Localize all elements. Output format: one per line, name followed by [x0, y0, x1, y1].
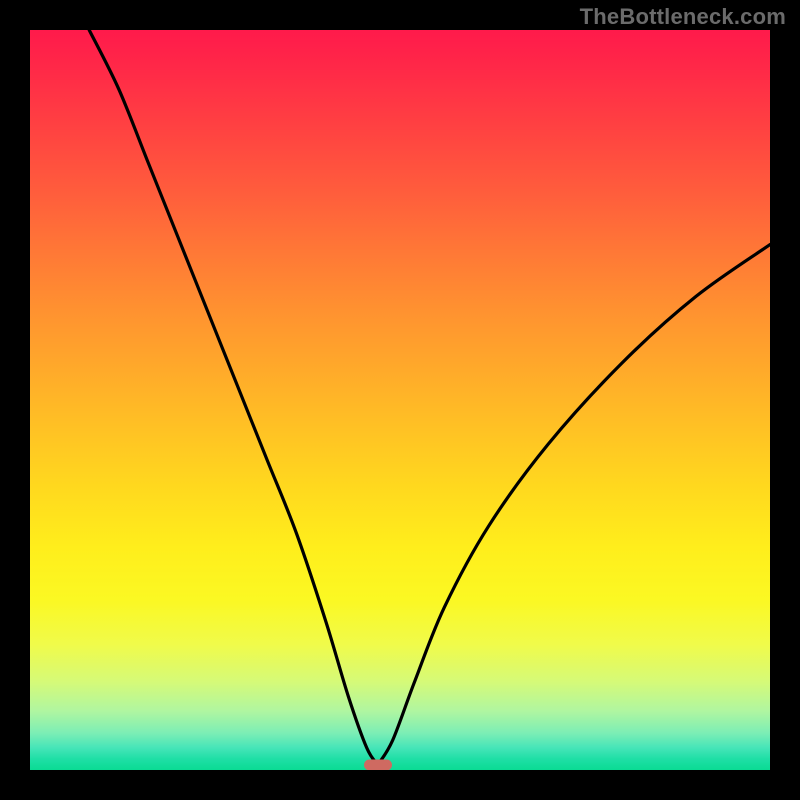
plot-area: [30, 30, 770, 770]
chart-frame: TheBottleneck.com: [0, 0, 800, 800]
watermark-text: TheBottleneck.com: [580, 4, 786, 30]
optimal-point-marker: [364, 759, 392, 770]
bottleneck-curve: [30, 30, 770, 770]
curve-path: [89, 30, 770, 765]
